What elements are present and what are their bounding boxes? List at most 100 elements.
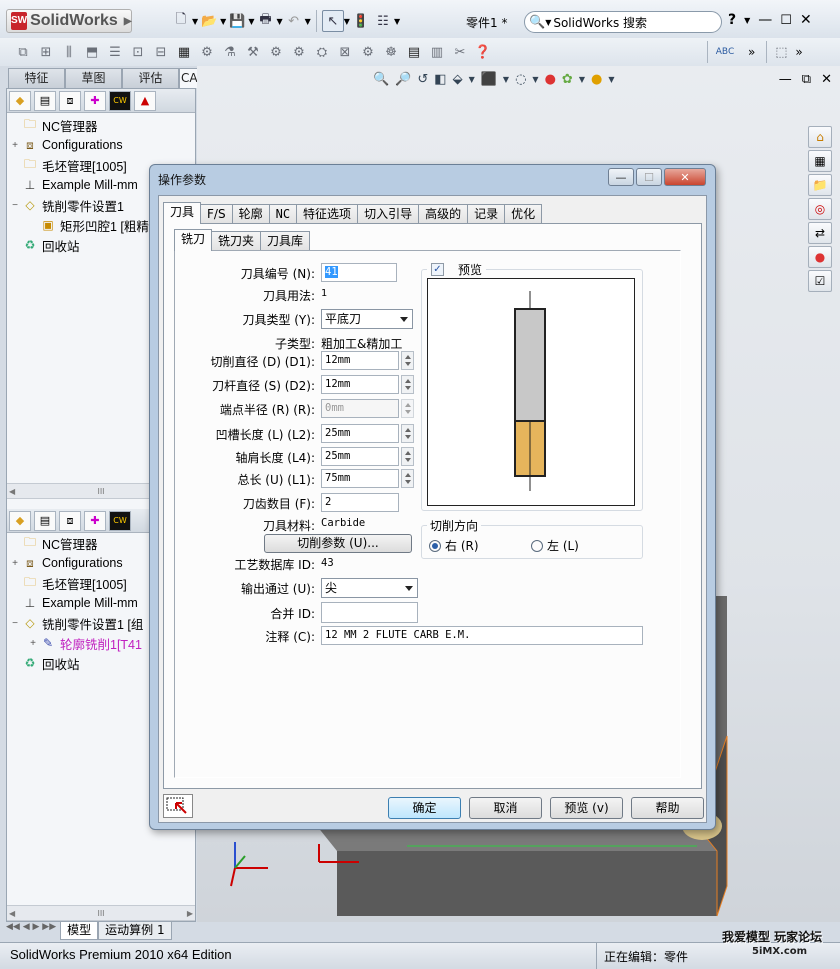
- shank-diameter-spinner[interactable]: [401, 375, 414, 394]
- tab-0[interactable]: 刀具: [163, 202, 202, 224]
- spellcheck-icon[interactable]: ABC: [713, 43, 737, 61]
- close-icon[interactable]: ✕: [800, 12, 812, 28]
- cancel-button[interactable]: 取消: [469, 797, 542, 819]
- preview-checkbox[interactable]: ✓ 预览: [427, 261, 487, 278]
- custom-properties-icon[interactable]: ☑: [808, 270, 832, 292]
- home-icon[interactable]: ⌂: [808, 126, 832, 148]
- rebuild-traffic-light-icon[interactable]: 🚦: [350, 10, 372, 32]
- close-icon[interactable]: ✕: [821, 72, 832, 87]
- dimxpert-tab-icon[interactable]: ✚: [84, 90, 106, 111]
- camworks-tab-icon[interactable]: CW: [109, 90, 131, 111]
- total-length-input[interactable]: 75mm: [321, 469, 399, 488]
- solidworks-logo[interactable]: SW SolidWorks ▶: [6, 9, 132, 33]
- search-results-icon[interactable]: ◎: [808, 198, 832, 220]
- ok-button[interactable]: 确定: [388, 797, 461, 819]
- property-manager-tab-icon[interactable]: ▤: [34, 90, 56, 111]
- select-cursor-icon[interactable]: ↖: [321, 10, 344, 32]
- tab-model[interactable]: 模型: [60, 922, 99, 940]
- tree-item[interactable]: 🗀 NC管理器: [9, 115, 195, 135]
- chevron-right-double-icon[interactable]: »: [795, 45, 802, 59]
- toolbar-icon-2[interactable]: ⊞: [37, 43, 55, 61]
- options-icon[interactable]: ☷: [372, 10, 394, 32]
- comment-input[interactable]: 12 MM 2 FLUTE CARB E.M.: [321, 626, 643, 645]
- toolbar-icon-18[interactable]: ▤: [405, 43, 423, 61]
- tab-navigation-arrows-icon[interactable]: ◀◀ ◀ ▶ ▶▶: [6, 922, 56, 932]
- direction-left-radio[interactable]: 左 (L): [531, 537, 579, 554]
- print-icon[interactable]: 🖶: [254, 10, 276, 32]
- scroll-right-icon[interactable]: ▶: [187, 909, 193, 918]
- new-document-icon[interactable]: 🗋: [170, 10, 192, 32]
- help-icon[interactable]: ?: [728, 12, 736, 28]
- expand-toggle-icon[interactable]: −: [9, 618, 21, 629]
- view-orientation-icon[interactable]: ⬙: [453, 72, 463, 87]
- tab-evaluate[interactable]: 评估: [122, 68, 179, 88]
- previous-view-icon[interactable]: ↺: [417, 72, 428, 87]
- zoom-to-fit-icon[interactable]: 🔍: [373, 72, 389, 87]
- toolbar-icon-10[interactable]: ⚗: [221, 43, 239, 61]
- undo-icon[interactable]: ↶: [283, 10, 305, 32]
- display-style-icon[interactable]: ⬛: [481, 72, 497, 87]
- radio-unselected-icon[interactable]: [531, 539, 543, 552]
- toolbar-icon-8[interactable]: ▦: [175, 43, 193, 61]
- tab-3[interactable]: NC: [268, 204, 298, 224]
- maximize-icon[interactable]: ☐: [636, 168, 662, 186]
- tree-item[interactable]: + ⧈ Configurations: [9, 135, 195, 155]
- toolbar-icon-1[interactable]: ⧉: [14, 43, 32, 61]
- section-view-icon[interactable]: ◧: [434, 72, 446, 87]
- tab-4[interactable]: 特征选项: [296, 204, 359, 224]
- preview-button[interactable]: 预览 (v): [550, 797, 623, 819]
- checkbox-checked-icon[interactable]: ✓: [431, 263, 444, 276]
- toolbar-icon-16[interactable]: ⚙: [359, 43, 377, 61]
- hide-show-icon[interactable]: ◌: [515, 72, 526, 87]
- save-icon[interactable]: 💾: [226, 10, 248, 32]
- tab-7[interactable]: 记录: [467, 204, 506, 224]
- expand-toggle-icon[interactable]: +: [9, 140, 21, 151]
- minimize-icon[interactable]: —: [608, 168, 634, 186]
- toolbar-icon-11[interactable]: ⚒: [244, 43, 262, 61]
- toolbar-icon-9[interactable]: ⚙: [198, 43, 216, 61]
- toolbar-icon-14[interactable]: ⛭: [313, 43, 331, 61]
- shoulder-length-input[interactable]: 25mm: [321, 447, 399, 466]
- camworks-ops-tab-icon[interactable]: ▲: [134, 90, 156, 111]
- open-folder-icon[interactable]: 📂: [198, 10, 220, 32]
- horizontal-scrollbar[interactable]: ◀ III ▶: [7, 905, 195, 921]
- subtab-1[interactable]: 铣刀夹: [211, 231, 262, 251]
- design-library-icon[interactable]: ▦: [808, 150, 832, 172]
- shoulder-length-spinner[interactable]: [401, 447, 414, 466]
- output-through-select[interactable]: 尖: [321, 578, 418, 598]
- tab-5[interactable]: 切入引导: [357, 204, 420, 224]
- tab-8[interactable]: 优化: [504, 204, 543, 224]
- view-palette-icon[interactable]: ⇄: [808, 222, 832, 244]
- scroll-left-icon[interactable]: ◀: [9, 487, 15, 496]
- help-question-icon[interactable]: ❓: [474, 43, 492, 61]
- minimize-icon[interactable]: —: [779, 72, 792, 87]
- toolbar-icon-4[interactable]: ⬒: [83, 43, 101, 61]
- minimize-icon[interactable]: —: [758, 12, 772, 28]
- merge-id-input[interactable]: [321, 602, 418, 623]
- toolbar-icon-3[interactable]: ⫼: [60, 43, 78, 61]
- toolbar-icon-17[interactable]: ☸: [382, 43, 400, 61]
- dimxpert-tab-icon[interactable]: ✚: [84, 510, 106, 531]
- toolbar-icon-20[interactable]: ✂: [451, 43, 469, 61]
- tab-2[interactable]: 轮廓: [231, 204, 270, 224]
- radio-selected-icon[interactable]: [429, 539, 441, 552]
- scroll-left-icon[interactable]: ◀: [9, 909, 15, 918]
- tool-number-input[interactable]: 41: [321, 263, 397, 282]
- chevron-right-double-icon[interactable]: »: [748, 45, 755, 59]
- tool-library-icon[interactable]: [163, 794, 193, 818]
- tab-sketch[interactable]: 草图: [65, 68, 122, 88]
- expand-toggle-icon[interactable]: +: [9, 558, 21, 569]
- cut-diameter-input[interactable]: 12mm: [321, 351, 399, 370]
- tab-features[interactable]: 特征: [8, 68, 65, 88]
- appearance-icon[interactable]: ●: [545, 72, 556, 87]
- toolbar-icon-12[interactable]: ⚙: [267, 43, 285, 61]
- tab-6[interactable]: 高级的: [418, 204, 469, 224]
- toolbar-icon-19[interactable]: ▥: [428, 43, 446, 61]
- tab-motion-study[interactable]: 运动算例 1: [98, 922, 172, 940]
- flute-length-input[interactable]: 25mm: [321, 424, 399, 443]
- subtab-0[interactable]: 铣刀: [174, 229, 213, 251]
- expand-toggle-icon[interactable]: +: [27, 638, 39, 649]
- scene-icon[interactable]: ✿: [562, 72, 573, 87]
- zoom-area-icon[interactable]: 🔎: [395, 72, 411, 87]
- render-icon[interactable]: ●: [591, 72, 602, 87]
